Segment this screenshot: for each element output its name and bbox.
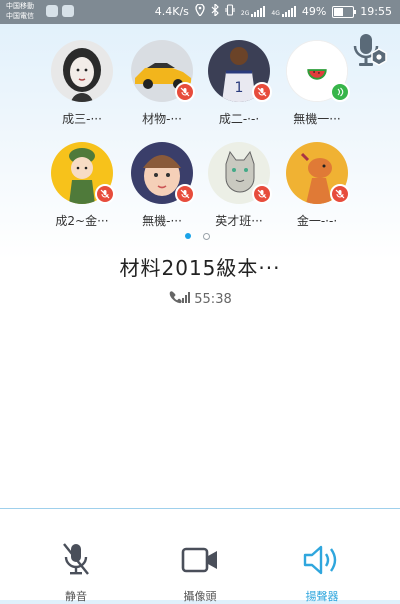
clock: 19:55: [360, 5, 392, 18]
avatar: [51, 40, 113, 102]
location-icon: [195, 3, 205, 19]
speaking-mic-icon: [330, 82, 350, 102]
participant-tile[interactable]: 材物-···: [122, 40, 202, 127]
participant-tile[interactable]: 英才班···: [199, 142, 279, 229]
muted-mic-icon: [252, 82, 272, 102]
battery-icon: [332, 5, 357, 18]
participant-name: 成二-·-·: [218, 112, 260, 126]
avatar: [286, 142, 350, 204]
video-call-settings-button[interactable]: [352, 32, 388, 70]
battery-percent: 49%: [301, 5, 327, 18]
muted-mic-icon: [252, 184, 272, 204]
notification-icons: [46, 5, 74, 17]
carrier-2: 中国電信: [6, 12, 34, 20]
carrier-info: 中国移動 中国電信: [6, 1, 34, 21]
participant-tile[interactable]: 1 成二-·-·: [199, 40, 279, 127]
bluetooth-icon: [211, 2, 219, 19]
mute-button[interactable]: 静音: [36, 540, 116, 604]
participant-name: 無機-···: [142, 214, 182, 228]
avatar: [51, 142, 115, 204]
speaker-icon: [282, 540, 362, 580]
avatar: [286, 40, 350, 102]
mic-off-icon: [36, 540, 116, 580]
signal-1-icon: 2G: [241, 6, 266, 17]
mute-label: 静音: [65, 590, 87, 603]
phone-signal-icon: [168, 290, 191, 308]
participant-name: 英才班···: [215, 214, 263, 228]
avatar: [131, 40, 195, 102]
participant-name: 無機一···: [293, 112, 341, 126]
mic-settings-icon: [353, 34, 387, 66]
muted-mic-icon: [175, 184, 195, 204]
call-duration-text: 55:38: [194, 291, 232, 307]
status-bar: 中国移動 中国電信 4.4K/s 2G 4G 49% 19:55: [0, 0, 400, 24]
speaker-label: 揚聲器: [305, 590, 339, 603]
group-name: 材料2015級本···: [119, 256, 281, 280]
carrier-1: 中国移動: [6, 2, 34, 10]
divider: [0, 508, 400, 509]
call-duration: 55:38: [0, 290, 400, 308]
avatar: 1: [208, 40, 272, 102]
participant-tile[interactable]: 成三-···: [42, 40, 122, 127]
network-speed: 4.4K/s: [154, 5, 189, 18]
camera-label: 攝像頭: [183, 590, 217, 603]
signal-2-icon: 4G: [271, 6, 296, 17]
page-dot-active[interactable]: [185, 233, 191, 239]
speaker-button[interactable]: 揚聲器: [282, 540, 362, 604]
participant-tile[interactable]: 成2~金···: [42, 142, 122, 229]
muted-mic-icon: [175, 82, 195, 102]
camera-button[interactable]: 攝像頭: [160, 540, 240, 604]
woman-portrait-avatar: [51, 40, 113, 102]
muted-mic-icon: [330, 184, 350, 204]
status-right: 4.4K/s 2G 4G 49% 19:55: [154, 2, 392, 19]
app-notification-icon: [46, 5, 58, 17]
participant-name: 材物-···: [142, 112, 182, 126]
muted-mic-icon: [95, 184, 115, 204]
avatar: [208, 142, 272, 204]
participant-tile[interactable]: 金一-·-·: [277, 142, 357, 229]
svg-text:1: 1: [235, 80, 244, 96]
avatar: [131, 142, 195, 204]
participant-name: 成三-···: [62, 112, 102, 126]
wechat-icon: [62, 5, 74, 17]
participant-name: 成2~金···: [55, 214, 109, 228]
participant-tile[interactable]: 無機一···: [277, 40, 357, 127]
page-dot[interactable]: [203, 233, 210, 240]
video-camera-icon: [160, 540, 240, 580]
participant-name: 金一-·-·: [296, 214, 338, 228]
participant-tile[interactable]: 無機-···: [122, 142, 202, 229]
page-indicator: [185, 233, 210, 240]
vibrate-icon: [225, 4, 235, 19]
